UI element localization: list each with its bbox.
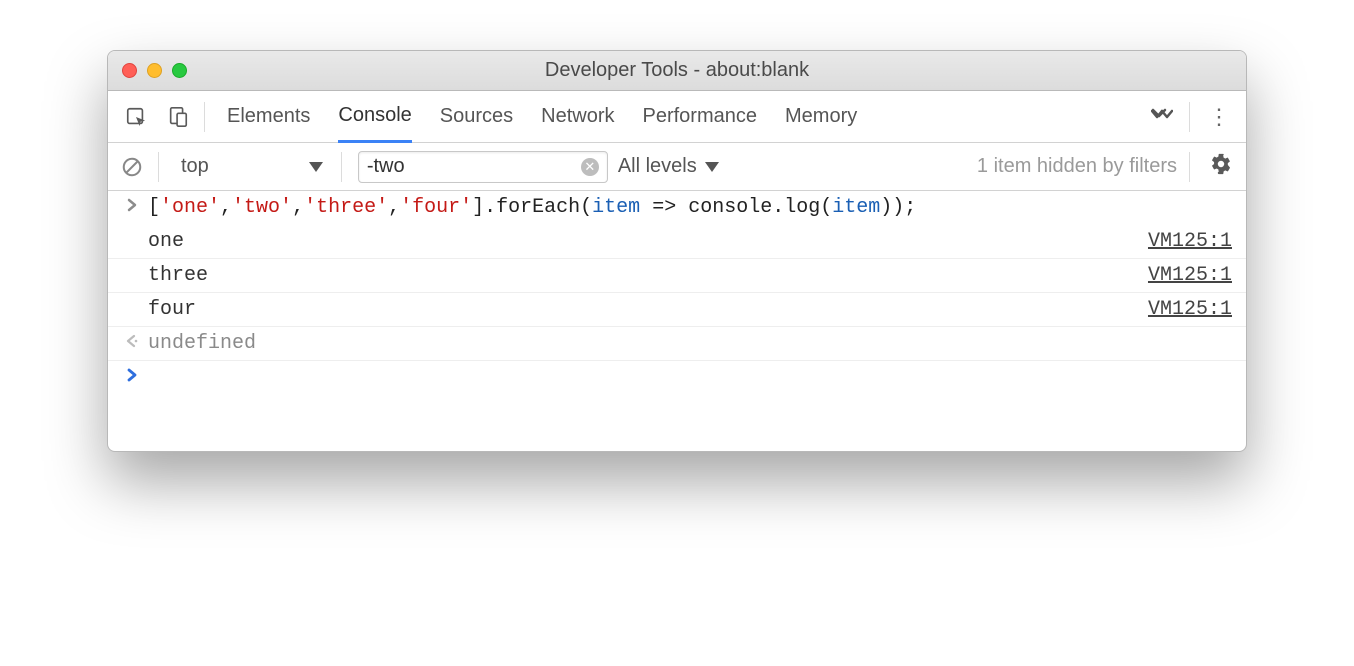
log-source-link[interactable]: VM125:1: [1148, 264, 1236, 287]
tab-network[interactable]: Network: [541, 91, 614, 142]
tab-console[interactable]: Console: [338, 92, 411, 143]
customize-menu-button[interactable]: ⋮: [1202, 104, 1236, 130]
console-output: ['one','two','three','four'].forEach(ite…: [108, 191, 1246, 451]
clear-filter-icon[interactable]: ✕: [581, 158, 599, 176]
panel-tabs: Elements Console Sources Network Performance…: [227, 91, 1137, 142]
divider: [1189, 102, 1190, 132]
window-close-button[interactable]: [122, 63, 137, 78]
log-gutter: [116, 230, 148, 232]
divider: [158, 152, 159, 182]
log-gutter: [116, 264, 148, 266]
chevron-down-icon: [705, 162, 719, 172]
console-input-code: ['one','two','three','four'].forEach(ite…: [148, 196, 1236, 219]
clear-console-icon[interactable]: [118, 141, 146, 193]
input-chevron-icon: [116, 196, 148, 212]
tab-sources[interactable]: Sources: [440, 91, 513, 142]
divider: [1189, 152, 1190, 182]
filter-hidden-message: 1 item hidden by filters: [977, 155, 1177, 178]
tab-performance[interactable]: Performance: [643, 91, 758, 142]
filter-input[interactable]: -two ✕: [358, 151, 608, 183]
main-tabbar: Elements Console Sources Network Performance…: [108, 91, 1246, 143]
divider: [341, 152, 342, 182]
console-return-row: undefined: [108, 327, 1246, 361]
log-gutter: [116, 298, 148, 300]
return-chevron-icon: [116, 332, 148, 348]
log-text: one: [148, 230, 1148, 253]
tab-memory[interactable]: Memory: [785, 91, 857, 142]
devtools-window: Developer Tools - about:blank Elements Co…: [107, 50, 1247, 452]
console-filter-bar: top -two ✕ All levels 1 item hidden by f…: [108, 143, 1246, 191]
log-text: four: [148, 298, 1148, 321]
log-text: three: [148, 264, 1148, 287]
prompt-chevron-icon: [116, 366, 148, 382]
console-input-row[interactable]: ['one','two','three','four'].forEach(ite…: [108, 191, 1246, 225]
context-label: top: [181, 155, 209, 178]
console-log-row: oneVM125:1: [108, 225, 1246, 259]
tab-elements[interactable]: Elements: [227, 91, 310, 142]
window-minimize-button[interactable]: [147, 63, 162, 78]
console-log-row: fourVM125:1: [108, 293, 1246, 327]
log-source-link[interactable]: VM125:1: [1148, 298, 1236, 321]
console-prompt-row[interactable]: [108, 361, 1246, 451]
window-controls: [122, 63, 187, 78]
log-source-link[interactable]: VM125:1: [1148, 230, 1236, 253]
window-maximize-button[interactable]: [172, 63, 187, 78]
more-panels-button[interactable]: [1143, 105, 1181, 128]
console-log-row: threeVM125:1: [108, 259, 1246, 293]
execution-context-selector[interactable]: top: [175, 155, 329, 178]
divider: [204, 102, 205, 132]
device-toolbar-icon[interactable]: [160, 91, 196, 143]
return-value: undefined: [148, 332, 1236, 355]
filter-value: -two: [367, 155, 405, 178]
chevron-down-icon: [309, 162, 323, 172]
console-settings-icon[interactable]: [1206, 153, 1236, 181]
log-levels-selector[interactable]: All levels: [618, 155, 719, 178]
window-title: Developer Tools - about:blank: [545, 59, 809, 82]
levels-label: All levels: [618, 155, 697, 178]
inspect-element-icon[interactable]: [118, 91, 154, 143]
titlebar: Developer Tools - about:blank: [108, 51, 1246, 91]
